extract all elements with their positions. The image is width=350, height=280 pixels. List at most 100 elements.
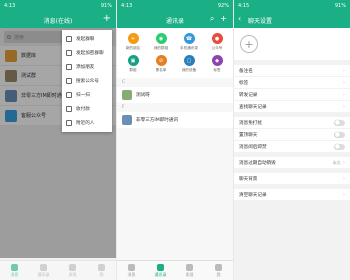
phone-icon: ☎: [183, 33, 195, 44]
status-bar: 4:13 91%: [0, 0, 116, 12]
tab-label: 消息: [10, 271, 19, 277]
tab-messages[interactable]: 消息: [0, 261, 29, 280]
settings-row-clear-history[interactable]: 清空聊天记录 ›: [234, 189, 350, 200]
settings-row-pin: 置顶聊天: [234, 129, 350, 140]
plus-icon[interactable]: +: [103, 14, 111, 24]
grid-label: 手机通讯录: [180, 46, 198, 50]
menu-item-search-account[interactable]: 搜索公众号: [62, 74, 112, 88]
row-label: 消息过期自动销毁: [239, 160, 276, 166]
grid-item-blacklist[interactable]: ⊘ 黑名单: [147, 53, 175, 75]
menu-item-add-friend[interactable]: 添加朋友: [62, 60, 112, 74]
row-label: 置顶聊天: [239, 132, 258, 138]
user-icon: [215, 263, 222, 271]
section-letter: F: [122, 105, 125, 110]
menu-item-payment[interactable]: 收付款: [62, 102, 112, 116]
settings-row-background[interactable]: 聊天背景 ›: [234, 173, 350, 184]
status-time: 4:15: [238, 3, 250, 9]
grid-label: 群组: [129, 68, 137, 72]
group-icon: ◉: [155, 33, 167, 44]
grid-label: 我的群组: [153, 46, 169, 50]
add-member-button[interactable]: +: [240, 35, 258, 53]
tab-discover[interactable]: 发现: [58, 261, 87, 280]
section-letter: C: [122, 80, 126, 85]
header: 4:13 92% 通讯录 ⌕ +: [117, 0, 233, 28]
menu-item-label: 收付款: [76, 107, 90, 112]
device-icon: ▢: [183, 55, 195, 66]
menu-item-group-chat[interactable]: 发起群聊: [62, 32, 112, 46]
tab-label: 我: [216, 271, 221, 277]
tab-label: 我: [99, 271, 104, 277]
wallet-icon: [66, 106, 72, 112]
tab-label: 发现: [68, 271, 77, 277]
status-time: 4:13: [121, 3, 133, 9]
contact-row[interactable]: 非零三方IM即时通讯: [117, 112, 233, 128]
contact-name: 测试呀: [136, 93, 150, 98]
compass-icon: [186, 263, 193, 271]
menu-item-label: 发起加密群聊: [76, 51, 104, 56]
row-label: 聊天背景: [239, 176, 258, 182]
user-icon: [98, 263, 105, 271]
back-arrow-icon[interactable]: ‹: [238, 15, 241, 23]
screen-messages: 4:13 91% 消息(在线) + 搜索 数据库 测试群 非零三方IM即时通讯 …: [0, 0, 116, 280]
tab-discover[interactable]: 发现: [175, 261, 204, 280]
mute-toggle[interactable]: [334, 119, 345, 126]
settings-row-expire[interactable]: 消息过期自动销毁 永久 ›: [234, 157, 350, 168]
screen-contacts: 4:13 92% 通讯录 ⌕ + + 新的朋友 ◉ 我的群组 ☎ 手机通讯录 ● 公众号…: [117, 0, 233, 280]
lock-icon: [66, 50, 72, 56]
status-time: 4:13: [4, 3, 16, 9]
title-bar: 通讯录 ⌕ +: [117, 12, 233, 28]
contact-row[interactable]: 测试呀: [117, 87, 233, 103]
pin-toggle[interactable]: [334, 131, 345, 138]
label-icon: ◆: [211, 55, 223, 66]
function-grid: + 新的朋友 ◉ 我的群组 ☎ 手机通讯录 ● 公众号 ▣ 群组 ⊘ 黑名单 ▢ 我的设备 ◆…: [117, 28, 233, 78]
settings-row-remark[interactable]: 备注名 ›: [234, 65, 350, 76]
menu-item-encrypted-chat[interactable]: 发起加密群聊: [62, 46, 112, 60]
grid-item-groups[interactable]: ▣ 群组: [119, 53, 147, 75]
avatar: [122, 115, 132, 125]
contact-name: 非零三方IM即时通讯: [136, 118, 179, 123]
settings-row-tags[interactable]: 标签 ›: [234, 77, 350, 88]
grid-item-public-accounts[interactable]: ● 公众号: [203, 31, 231, 53]
chevron-right-icon: ›: [343, 67, 345, 74]
tab-messages[interactable]: 消息: [117, 261, 146, 280]
tab-contacts[interactable]: 通讯录: [146, 261, 175, 280]
menu-item-label: 添加朋友: [76, 65, 95, 70]
user-icon: ●: [211, 33, 223, 44]
burn-toggle[interactable]: [334, 143, 345, 150]
status-bar: 4:15 91%: [234, 0, 350, 12]
bottom-tab-bar: 消息 通讯录 发现 我: [0, 260, 116, 280]
status-battery: 91%: [100, 3, 112, 9]
settings-row-forward[interactable]: 转发记录 ›: [234, 89, 350, 100]
page-title: 聊天设置: [248, 17, 273, 25]
tab-contacts[interactable]: 通讯录: [29, 261, 58, 280]
grid-label: 我的设备: [181, 68, 197, 72]
plus-icon[interactable]: +: [220, 14, 227, 24]
contacts-icon: [40, 263, 47, 271]
menu-item-scan[interactable]: 扫一扫: [62, 88, 112, 102]
grid-item-my-devices[interactable]: ▢ 我的设备: [175, 53, 203, 75]
row-label: 消息免打扰: [239, 120, 262, 126]
header: 4:15 91% ‹ 聊天设置: [234, 0, 350, 28]
tab-me[interactable]: 我: [204, 261, 233, 280]
grid-label: 公众号: [211, 46, 223, 50]
contacts-icon: [157, 263, 164, 271]
add-user-icon: [66, 64, 72, 70]
grid-item-new-friends[interactable]: + 新的朋友: [119, 31, 147, 53]
bottom-tab-bar: 消息 通讯录 发现 我: [117, 260, 233, 280]
tab-label: 发现: [185, 271, 194, 277]
menu-item-nearby[interactable]: 附近的人: [62, 116, 112, 130]
search-icon[interactable]: ⌕: [210, 14, 214, 24]
grid-item-my-groups[interactable]: ◉ 我的群组: [147, 31, 175, 53]
tab-me[interactable]: 我: [87, 261, 116, 280]
row-label: 标签: [239, 80, 249, 86]
chevron-right-icon: ›: [343, 159, 345, 166]
add-user-icon: +: [127, 33, 139, 44]
avatar: [122, 90, 132, 100]
grid-item-phone-contacts[interactable]: ☎ 手机通讯录: [175, 31, 203, 53]
row-label: 查找聊天记录: [239, 104, 267, 110]
grid-item-tags[interactable]: ◆ 标签: [203, 53, 231, 75]
settings-row-search-history[interactable]: 查找聊天记录 ›: [234, 101, 350, 112]
member-area: +: [234, 28, 350, 60]
tab-label: 通讯录: [154, 271, 167, 277]
row-label: 备注名: [239, 68, 253, 74]
